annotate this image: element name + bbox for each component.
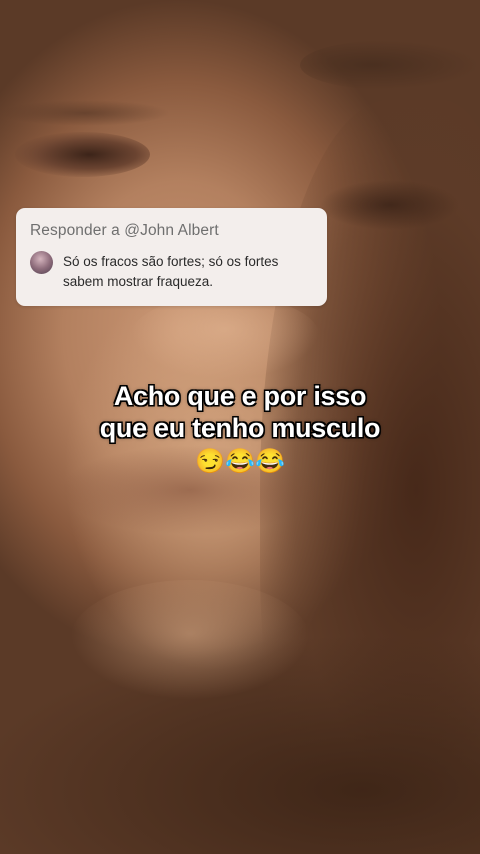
video-caption: Acho que e por isso que eu tenho musculo [0,380,480,444]
face-eye-right [320,180,460,230]
reply-comment-sticker[interactable]: Responder a @John Albert Só os fracos sã… [16,208,327,306]
commenter-avatar [30,251,53,274]
video-frame[interactable]: Responder a @John Albert Só os fracos sã… [0,0,480,854]
face-eye-left [15,132,150,177]
caption-line-2: que eu tenho musculo [99,413,381,443]
face-brow-right [300,40,480,90]
face-chin [70,580,310,700]
reply-comment-text: Só os fracos são fortes; só os fortes sa… [63,254,279,289]
caption-emojis: 😏😂😂 [195,449,285,475]
face-brow-left [0,100,170,126]
caption-line-1: Acho que e por isso [113,381,367,411]
face-nose [130,295,320,380]
reply-header: Responder a @John Albert [30,222,219,239]
